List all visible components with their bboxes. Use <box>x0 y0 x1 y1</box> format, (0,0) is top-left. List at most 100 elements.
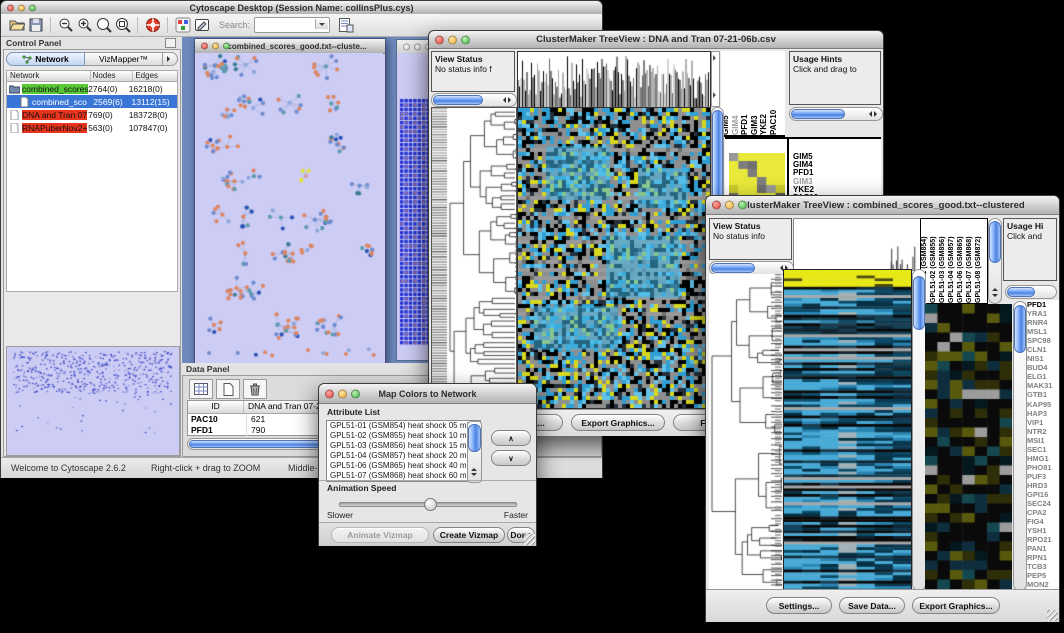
zoom-window-icon[interactable] <box>223 43 230 50</box>
expand-icon[interactable] <box>713 55 719 61</box>
close-icon[interactable] <box>7 4 14 11</box>
col-network[interactable]: Network <box>7 71 91 81</box>
close-icon[interactable] <box>435 35 444 44</box>
treeview1-hscrollbar-right[interactable] <box>789 107 883 121</box>
row-label[interactable]: RPN1 <box>1027 553 1059 562</box>
network-row-selected[interactable]: combined_sco 2569(6) 13112(15) <box>7 95 177 108</box>
treeview2-heatmap[interactable] <box>783 269 912 591</box>
row-label[interactable]: TCB3 <box>1027 562 1059 571</box>
row-label[interactable]: HMG1 <box>1027 454 1059 463</box>
open-file-icon[interactable] <box>7 16 26 35</box>
column-label[interactable]: YKE2 <box>759 55 769 135</box>
attribute-item[interactable]: GPL51-01 (GSM854) heat shock 05 min <box>327 421 480 431</box>
close-icon[interactable] <box>403 43 410 50</box>
treeview2-column-dendrogram[interactable] <box>793 218 921 271</box>
row-label[interactable]: SEC24 <box>1027 499 1059 508</box>
treeview1-heatmap[interactable] <box>517 107 711 409</box>
zoom-window-icon[interactable] <box>738 201 747 210</box>
row-label[interactable]: NTR2 <box>1027 427 1059 436</box>
treeview2-row-labels[interactable]: PFD1YRA1RNR4MSL1SPC98CLN1NIS1BUD4ELG1MAK… <box>1027 300 1059 590</box>
treeview2-detail-vscrollbar[interactable] <box>1013 301 1027 591</box>
row-label[interactable]: SPC98 <box>1027 336 1059 345</box>
row-label[interactable]: MAK31 <box>1027 381 1059 390</box>
resize-grip[interactable] <box>1047 610 1058 621</box>
search-input[interactable] <box>254 17 330 33</box>
slider-thumb[interactable] <box>424 498 437 511</box>
attribute-list[interactable]: GPL51-01 (GSM854) heat shock 05 minGPL51… <box>326 420 481 482</box>
dialog-titlebar[interactable]: Map Colors to Network <box>319 384 536 404</box>
settings-button[interactable]: Settings... <box>766 597 832 614</box>
scrollbar-thumb[interactable] <box>711 263 755 273</box>
scrollbar-thumb[interactable] <box>1007 287 1035 297</box>
row-label[interactable]: RPO21 <box>1027 535 1059 544</box>
scrollbar-thumb[interactable] <box>468 424 481 452</box>
network-row[interactable]: combined_scores 2764(0) 16218(0) <box>7 82 177 95</box>
zoom-selected-icon[interactable] <box>94 16 113 35</box>
network-row[interactable]: RNAPuberNov2+ 563(0) 107847(0) <box>7 121 177 134</box>
animate-vizmap-button[interactable]: Animate Vizmap <box>331 527 429 543</box>
row-label[interactable]: VIP1 <box>1027 418 1059 427</box>
treeview2-detail-heatmap[interactable] <box>925 304 1012 589</box>
zoom-window-icon[interactable] <box>351 389 360 398</box>
treeview2-vscrollbar[interactable] <box>912 269 926 591</box>
delete-attribute-icon[interactable] <box>243 379 267 399</box>
zoom-in-icon[interactable] <box>75 16 94 35</box>
treeview2-titlebar[interactable]: ClusterMaker TreeView : combined_scores_… <box>706 196 1059 215</box>
row-label[interactable]: MSI1 <box>1027 436 1059 445</box>
minimize-icon[interactable] <box>414 43 421 50</box>
tab-network[interactable]: Network <box>6 52 85 66</box>
treeview1-titlebar[interactable]: ClusterMaker TreeView : DNA and Tran 07-… <box>429 31 883 49</box>
row-label[interactable]: YSH1 <box>1027 526 1059 535</box>
tab-overflow-button[interactable] <box>163 52 178 66</box>
attribute-item[interactable]: GPL51-06 (GSM865) heat shock 40 min <box>327 461 480 471</box>
treeview1-summary-heatmap[interactable] <box>729 153 785 201</box>
export-graphics-button[interactable]: Export Graphics... <box>912 597 1000 614</box>
row-label[interactable]: FIG4 <box>1027 517 1059 526</box>
network-table-icon[interactable] <box>336 16 355 35</box>
zoom-window-icon[interactable] <box>29 4 36 11</box>
row-label[interactable]: PHO81 <box>1027 463 1059 472</box>
scroll-up-icon[interactable] <box>471 465 477 471</box>
cytoscape-titlebar[interactable]: Cytoscape Desktop (Session Name: collins… <box>1 1 602 15</box>
attribute-item[interactable]: GPL51-04 (GSM857) heat shock 20 min <box>327 451 480 461</box>
attribute-list-vscrollbar[interactable] <box>467 421 482 483</box>
col-edges[interactable]: Edges <box>133 71 177 81</box>
network-overview-thumbnail[interactable] <box>6 346 180 456</box>
treeview2-column-labels[interactable]: GPL51-01 (GSM854)GPL51-02 (GSM855)GPL51-… <box>920 218 988 304</box>
network-window-1-titlebar[interactable]: combined_scores_good.txt--cluste... <box>195 39 385 54</box>
scroll-left-icon[interactable] <box>866 111 872 117</box>
row-label[interactable]: CPA2 <box>1027 508 1059 517</box>
close-icon[interactable] <box>201 43 208 50</box>
row-label[interactable]: GTB1 <box>1027 390 1059 399</box>
minimize-icon[interactable] <box>725 201 734 210</box>
row-label[interactable]: CLN1 <box>1027 345 1059 354</box>
treeview2-hscrollbar-right[interactable] <box>1005 285 1057 299</box>
resize-grip[interactable] <box>524 534 535 545</box>
scroll-right-icon[interactable] <box>874 111 880 117</box>
window-controls[interactable] <box>7 4 36 11</box>
scroll-left-icon[interactable] <box>500 97 506 103</box>
minimize-icon[interactable] <box>338 389 347 398</box>
row-label[interactable]: PFD1 <box>1027 300 1059 309</box>
tab-vizmapper[interactable]: VizMapper™ <box>85 52 163 66</box>
treeview2-labels-vscrollbar[interactable] <box>988 218 1002 304</box>
move-up-button[interactable]: ∧ <box>491 430 531 446</box>
treeview1-hscrollbar-left[interactable] <box>431 93 517 107</box>
expand-icon[interactable] <box>713 92 719 98</box>
create-vizmap-button[interactable]: Create Vizmap <box>433 527 505 543</box>
scroll-up-icon[interactable] <box>992 285 998 291</box>
treeview1-column-dendrogram[interactable] <box>517 51 711 108</box>
scroll-down-icon[interactable] <box>992 294 998 300</box>
save-icon[interactable] <box>26 16 45 35</box>
column-label[interactable]: GPL51-02 (GSM855) <box>930 221 939 303</box>
move-down-button[interactable]: ∨ <box>491 450 531 466</box>
attribute-table-icon[interactable] <box>189 379 213 399</box>
close-icon[interactable] <box>325 389 334 398</box>
annotation-icon[interactable] <box>192 16 211 35</box>
column-label[interactable]: GPL51-03 (GSM856) <box>939 221 948 303</box>
row-label[interactable]: BUD4 <box>1027 363 1059 372</box>
attribute-item[interactable]: GPL51-02 (GSM855) heat shock 10 min <box>327 431 480 441</box>
col-nodes[interactable]: Nodes <box>91 71 134 81</box>
row-label[interactable]: GPI16 <box>1027 490 1059 499</box>
row-label[interactable]: NIS1 <box>1027 354 1059 363</box>
